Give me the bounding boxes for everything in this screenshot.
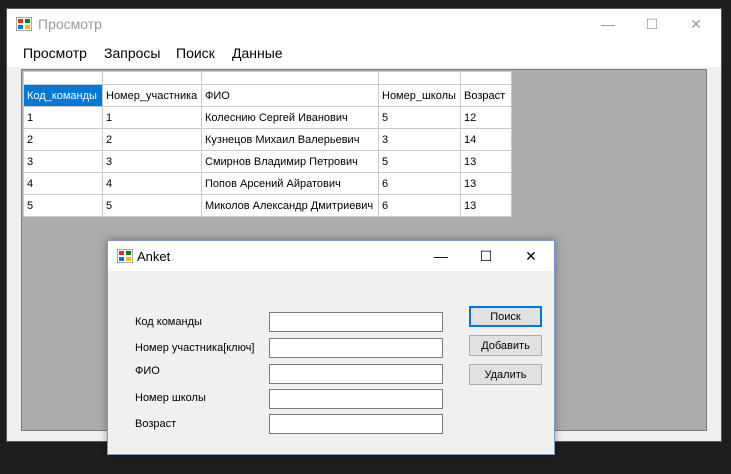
grid-cell[interactable]: Колеснию Сергей Иванович [201,106,379,129]
close-button[interactable]: ✕ [673,9,719,39]
table-row[interactable]: 1 1 Колеснию Сергей Иванович 5 12 [23,106,512,129]
grid-cell[interactable]: 2 [23,128,103,151]
anket-dialog: Anket — ☐ ✕ Код команды Номер участника[… [107,240,555,455]
grid-cell[interactable]: 1 [102,106,202,129]
school-number-input[interactable] [269,389,443,409]
column-header-participant-number[interactable]: Номер_участника [102,84,202,107]
menu-queries[interactable]: Запросы [104,45,160,61]
blank-cell [460,71,512,85]
app-icon [16,17,32,31]
dialog-close-button[interactable]: ✕ [510,241,552,271]
dialog-minimize-button[interactable]: — [420,241,462,271]
full-name-input[interactable] [269,364,443,384]
add-button[interactable]: Добавить [469,335,542,356]
grid-cell[interactable]: 4 [102,172,202,195]
grid-cell[interactable]: 13 [460,172,512,195]
label-participant-number: Номер участника[ключ] [135,342,255,354]
table-row[interactable]: 2 2 Кузнецов Михаил Валерьевич 3 14 [23,128,512,151]
dialog-titlebar[interactable]: Anket — ☐ ✕ [108,241,554,271]
minimize-button[interactable]: — [585,9,631,39]
grid-cell[interactable]: 5 [378,106,461,129]
team-code-input[interactable] [269,312,443,332]
search-button[interactable]: Поиск [469,306,542,327]
blank-cell [23,71,103,85]
grid-cell[interactable]: 1 [23,106,103,129]
blank-cell [102,71,202,85]
grid-cell[interactable]: 5 [23,194,103,217]
dialog-maximize-button[interactable]: ☐ [465,241,507,271]
grid-cell[interactable]: 3 [378,128,461,151]
dialog-app-icon [117,249,133,263]
main-titlebar[interactable]: Просмотр — ☐ ✕ [7,9,721,39]
menu-view[interactable]: Просмотр [23,45,87,61]
label-school-number: Номер школы [135,392,206,404]
grid-cell[interactable]: Попов Арсений Айратович [201,172,379,195]
grid-cell[interactable]: 6 [378,172,461,195]
grid-cell[interactable]: 13 [460,194,512,217]
window-title: Просмотр [38,16,102,32]
grid-header-row: Код_команды Номер_участника ФИО Номер_шк… [23,84,512,107]
menu-bar: Просмотр Запросы Поиск Данные [7,39,721,67]
grid-cell[interactable]: Миколов Александр Дмитриевич [201,194,379,217]
grid-cell[interactable]: 12 [460,106,512,129]
label-age: Возраст [135,418,177,430]
column-header-team-code[interactable]: Код_команды [23,84,103,107]
grid-cell[interactable]: 6 [378,194,461,217]
table-row[interactable]: 4 4 Попов Арсений Айратович 6 13 [23,172,512,195]
grid-cell[interactable]: 5 [378,150,461,173]
grid-blank-row [23,71,512,85]
blank-cell [378,71,461,85]
grid-cell[interactable]: 5 [102,194,202,217]
participant-number-input[interactable] [269,338,443,358]
grid-cell[interactable]: 3 [102,150,202,173]
menu-search[interactable]: Поиск [176,45,215,61]
label-full-name: ФИО [135,365,160,377]
maximize-button[interactable]: ☐ [629,9,675,39]
label-team-code: Код команды [135,316,202,328]
grid-cell[interactable]: Смирнов Владимир Петрович [201,150,379,173]
age-input[interactable] [269,414,443,434]
column-header-full-name[interactable]: ФИО [201,84,379,107]
delete-button[interactable]: Удалить [469,364,542,385]
grid-cell[interactable]: 13 [460,150,512,173]
dialog-title: Anket [137,249,171,264]
table-row[interactable]: 3 3 Смирнов Владимир Петрович 5 13 [23,150,512,173]
blank-cell [201,71,379,85]
grid-cell[interactable]: 4 [23,172,103,195]
data-grid[interactable]: Код_команды Номер_участника ФИО Номер_шк… [23,71,512,217]
grid-cell[interactable]: Кузнецов Михаил Валерьевич [201,128,379,151]
table-row[interactable]: 5 5 Миколов Александр Дмитриевич 6 13 [23,194,512,217]
column-header-age[interactable]: Возраст [460,84,512,107]
grid-cell[interactable]: 3 [23,150,103,173]
column-header-school-number[interactable]: Номер_школы [378,84,461,107]
menu-data[interactable]: Данные [232,45,283,61]
grid-cell[interactable]: 2 [102,128,202,151]
grid-cell[interactable]: 14 [460,128,512,151]
